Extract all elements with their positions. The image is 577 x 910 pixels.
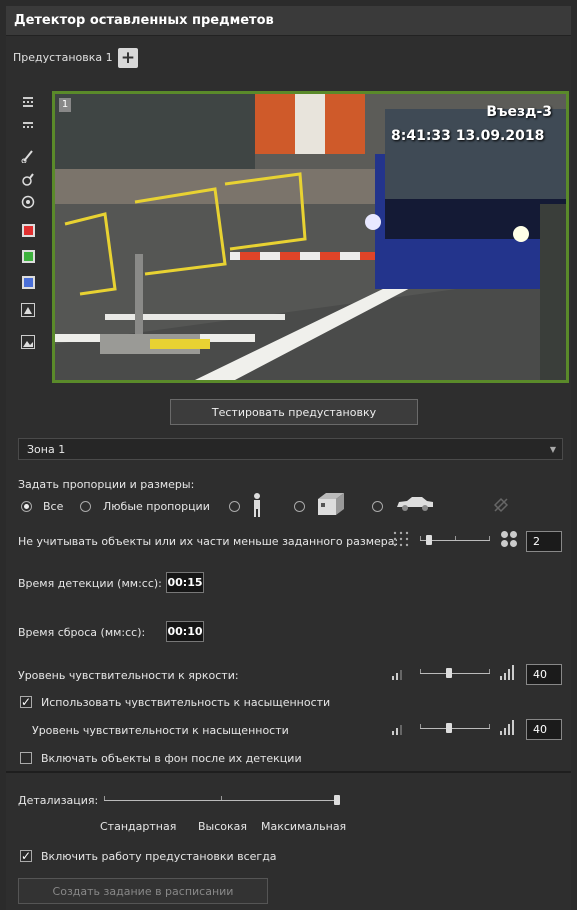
detail-slider[interactable] bbox=[104, 793, 340, 809]
grid-large-icon[interactable] bbox=[20, 118, 36, 134]
high-level-icon bbox=[500, 664, 516, 680]
custom-shape-icon bbox=[492, 496, 510, 517]
always-on-label: Включить работу предустановки всегда bbox=[41, 850, 277, 863]
high-level-icon bbox=[500, 719, 516, 735]
large-dots-icon bbox=[500, 530, 518, 551]
create-schedule-button[interactable]: Создать задание в расписании bbox=[18, 878, 268, 904]
green-zone-icon[interactable] bbox=[20, 248, 36, 264]
brush-icon[interactable] bbox=[20, 148, 36, 164]
small-dots-icon bbox=[392, 530, 410, 551]
blue-zone-icon[interactable] bbox=[20, 274, 36, 290]
window-title: Детектор оставленных предметов bbox=[6, 6, 571, 36]
always-on-checkbox[interactable]: ✓ bbox=[20, 850, 32, 862]
brightness-slider-thumb[interactable] bbox=[446, 668, 452, 678]
saturation-slider[interactable] bbox=[420, 721, 490, 737]
saturation-label: Уровень чувствительности к насыщенности bbox=[32, 724, 289, 737]
checkmark-icon: ✓ bbox=[20, 695, 32, 709]
divider bbox=[6, 771, 571, 773]
brightness-slider[interactable] bbox=[420, 666, 490, 682]
box-icon bbox=[318, 493, 346, 520]
camera-name: Въезд-3 bbox=[486, 104, 552, 120]
saturation-input[interactable]: 40 bbox=[526, 719, 562, 740]
detection-time-input[interactable]: 00:15 bbox=[166, 572, 204, 593]
plus-icon: + bbox=[120, 47, 136, 68]
settings-panel: Предустановка 1 + 1 Въезд-3 8:41:33 13.0… bbox=[6, 36, 571, 910]
use-saturation-label: Использовать чувствительность к насыщенн… bbox=[41, 696, 331, 709]
car-icon bbox=[395, 497, 435, 514]
camera-number: 1 bbox=[59, 98, 71, 112]
grid-small-icon[interactable] bbox=[20, 94, 36, 110]
detail-level-max: Максимальная bbox=[261, 820, 347, 833]
detail-label: Детализация: bbox=[18, 794, 99, 807]
zone-select-value: Зона 1 bbox=[27, 442, 66, 456]
radio-box[interactable] bbox=[294, 501, 305, 512]
target-icon[interactable] bbox=[20, 194, 36, 210]
saturation-slider-thumb[interactable] bbox=[446, 723, 452, 733]
brightness-label: Уровень чувствительности к яркости: bbox=[18, 669, 239, 682]
red-zone-icon[interactable] bbox=[20, 222, 36, 238]
checkmark-icon: ✓ bbox=[20, 849, 32, 863]
min-size-slider-thumb[interactable] bbox=[426, 535, 432, 545]
detail-slider-thumb[interactable] bbox=[334, 795, 340, 805]
use-saturation-checkbox[interactable]: ✓ bbox=[20, 696, 32, 708]
low-level-icon bbox=[392, 668, 406, 680]
radio-any-proportions[interactable] bbox=[80, 501, 91, 512]
brightness-input[interactable]: 40 bbox=[526, 664, 562, 685]
zone-select[interactable]: Зона 1 ▼ bbox=[18, 438, 563, 460]
low-level-icon bbox=[392, 723, 406, 735]
reset-time-input[interactable]: 00:10 bbox=[166, 621, 204, 642]
chevron-down-icon: ▼ bbox=[549, 445, 556, 454]
min-size-input[interactable]: 2 bbox=[526, 531, 562, 552]
radio-all-label: Все bbox=[43, 500, 64, 513]
eraser-icon[interactable] bbox=[20, 172, 36, 188]
detail-level-high: Высокая bbox=[198, 820, 248, 833]
min-size-label: Не учитывать объекты или их части меньше… bbox=[18, 535, 399, 548]
test-preset-button[interactable]: Тестировать предустановку bbox=[170, 399, 418, 425]
background-label: Включать объекты в фон после их детекции bbox=[41, 752, 302, 765]
person-icon bbox=[250, 492, 264, 521]
radio-any-proportions-label: Любые пропорции bbox=[103, 500, 210, 513]
add-preset-button[interactable]: + bbox=[118, 48, 138, 68]
min-size-slider[interactable] bbox=[420, 533, 490, 549]
image-icon[interactable] bbox=[20, 334, 36, 350]
background-checkbox[interactable] bbox=[20, 752, 32, 764]
radio-all[interactable] bbox=[21, 501, 32, 512]
radio-person[interactable] bbox=[229, 501, 240, 512]
radio-car[interactable] bbox=[372, 501, 383, 512]
reset-time-label: Время сброса (мм:сс): bbox=[18, 626, 146, 639]
timestamp: 8:41:33 13.09.2018 bbox=[391, 128, 545, 144]
detail-level-standard: Стандартная bbox=[100, 820, 177, 833]
preset-tab[interactable]: Предустановка 1 bbox=[13, 51, 113, 64]
camera-preview[interactable]: 1 Въезд-3 8:41:33 13.09.2018 bbox=[52, 91, 569, 383]
proportions-heading: Задать пропорции и размеры: bbox=[18, 478, 195, 491]
detection-time-label: Время детекции (мм:сс): bbox=[18, 577, 162, 590]
shapes-icon[interactable] bbox=[20, 302, 36, 318]
